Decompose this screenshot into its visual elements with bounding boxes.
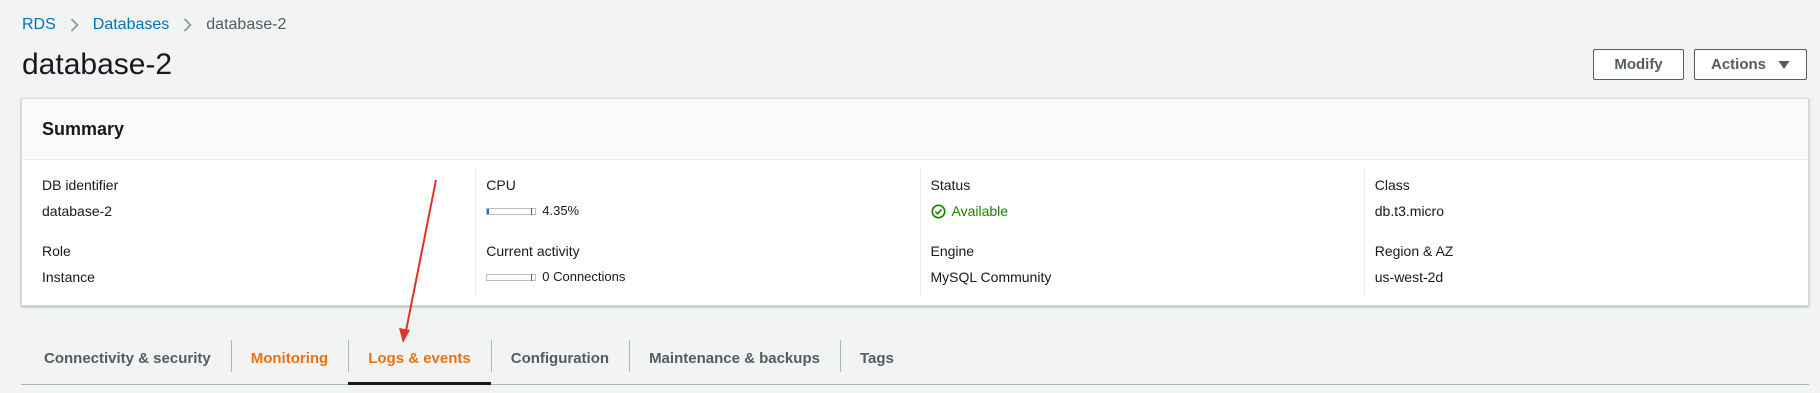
engine-label: Engine [930,243,975,259]
breadcrumb: RDS Databases database-2 [22,14,286,36]
chevron-right-icon [70,18,79,32]
summary-title: Summary [42,118,125,139]
db-identifier-value: database-2 [42,203,113,219]
summary-column-identity: DB identifier database-2 Role Instance [22,161,475,305]
class-field: Class db.t3.micro [1375,176,1808,220]
actions-dropdown-button[interactable]: Actions [1694,49,1807,80]
summary-column-status: Status Available Engine MySQL Community [919,161,1364,305]
summary-panel: Summary DB identifier database-2 Role In… [21,98,1809,306]
class-label: Class [1374,177,1410,193]
tab-maintenance-backups[interactable]: Maintenance & backups [629,332,840,384]
modify-button-label: Modify [1614,56,1663,73]
rds-database-detail-page: RDS Databases database-2 database-2 Modi… [0,0,1820,393]
activity-meter-threshold [531,273,533,281]
tab-monitoring[interactable]: Monitoring [230,332,348,384]
db-identifier-label: DB identifier [42,177,119,193]
tab-configuration[interactable]: Configuration [490,332,629,384]
breadcrumb-rds-link[interactable]: RDS [22,16,56,34]
breadcrumb-current: database-2 [206,16,287,33]
engine-field: Engine MySQL Community [931,242,1364,286]
cpu-label: CPU [486,177,516,193]
status-value-row: Available [930,202,1364,220]
summary-column-placement: Class db.t3.micro Region & AZ us-west-2d [1363,161,1808,305]
status-label: Status [930,177,971,193]
modify-button[interactable]: Modify [1593,49,1684,80]
cpu-meter-threshold [531,207,533,215]
cpu-field: CPU 4.35% [486,176,919,220]
class-value: db.t3.micro [1374,203,1444,219]
cpu-meter [486,207,537,215]
breadcrumb-databases-link[interactable]: Databases [93,16,170,34]
page-title: database-2 [22,48,173,81]
tab-connectivity-security[interactable]: Connectivity & security [21,332,231,384]
current-activity-field: Current activity 0 Connections [486,242,919,286]
activity-meter [486,273,537,281]
role-field: Role Instance [42,242,475,286]
region-az-value: us-west-2d [1374,269,1444,285]
engine-value: MySQL Community [930,269,1052,285]
cpu-meter-fill [487,208,490,214]
current-activity-value-row: 0 Connections [486,268,919,286]
status-value: Available [951,203,1009,219]
summary-grid: DB identifier database-2 Role Instance C… [22,161,1808,305]
cpu-value: 4.35% [542,203,580,218]
current-activity-value: 0 Connections [542,269,626,284]
tab-tags[interactable]: Tags [839,332,914,384]
tab-logs-events[interactable]: Logs & events [348,332,491,385]
status-field: Status Available [931,176,1364,220]
detail-tabs: Connectivity & security Monitoring Logs … [21,332,1809,385]
summary-header: Summary [22,99,1808,160]
db-identifier-field: DB identifier database-2 [42,176,475,220]
region-az-label: Region & AZ [1374,243,1454,259]
summary-column-usage: CPU 4.35% Current activity 0 Connections [475,161,919,305]
region-az-field: Region & AZ us-west-2d [1375,242,1808,286]
caret-down-icon [1778,60,1790,69]
actions-button-label: Actions [1710,56,1766,73]
cpu-value-row: 4.35% [486,202,919,220]
chevron-right-icon [183,18,192,32]
current-activity-label: Current activity [486,243,580,259]
role-label: Role [42,243,71,259]
check-circle-icon [930,203,946,219]
role-value: Instance [42,269,95,285]
